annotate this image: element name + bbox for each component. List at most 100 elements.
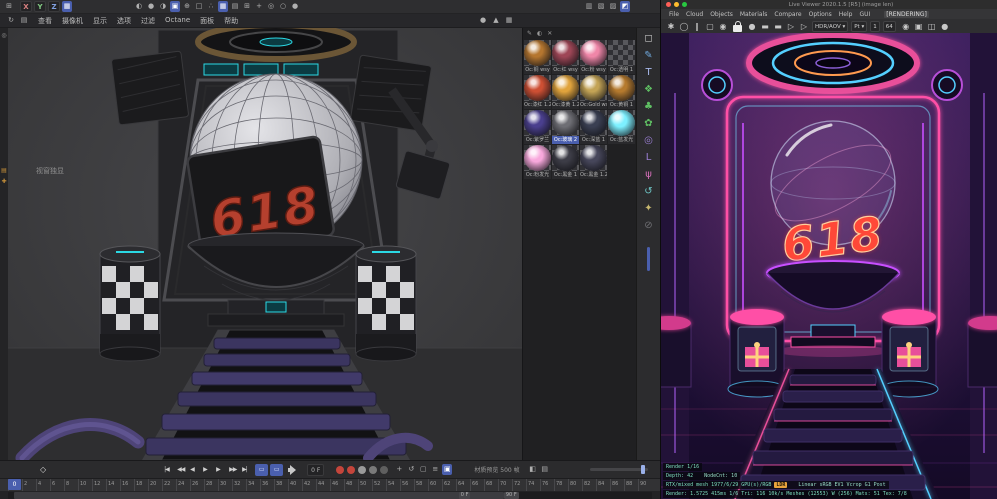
frame-ruler[interactable]: 0246810121416182022242628303234363840424… (0, 478, 660, 491)
command-tool-icon[interactable]: ✎ (644, 50, 652, 62)
material-swatch[interactable]: Oc:深蓝 1 (580, 110, 607, 144)
loop-toggle-button[interactable]: ▭ (270, 464, 283, 476)
material-swatch[interactable]: Oc:Gold wsy (580, 75, 607, 109)
viewport-toggle-icon[interactable]: ∴ (206, 1, 216, 12)
material-palette-header-icon[interactable]: ✎ (527, 30, 532, 37)
viewport-menu-right-icon[interactable]: ▲ (491, 15, 501, 26)
viewport-menu-right-icon[interactable]: ▦ (504, 15, 514, 26)
material-swatch[interactable]: Oc:漆黄 1.2 (552, 75, 579, 109)
octane-tool-icon[interactable]: ‖ (692, 22, 702, 31)
window-control-dot[interactable] (674, 2, 679, 7)
record-toggle[interactable] (347, 466, 355, 474)
playback-button[interactable]: ▶ (216, 466, 227, 473)
keying-toggle[interactable]: ▢ (418, 464, 428, 475)
octane-tool-icon[interactable]: ✱ (666, 22, 676, 31)
command-tool-icon[interactable]: ✦ (644, 203, 652, 215)
record-toggle[interactable] (336, 466, 344, 474)
material-swatch[interactable]: Oc:透明 1 (608, 40, 635, 74)
viewport-menu-right-icon[interactable]: ● (478, 15, 488, 26)
record-toggle[interactable] (380, 466, 388, 474)
octane-menu-item[interactable]: Compare (774, 11, 801, 18)
record-toggle[interactable] (358, 466, 366, 474)
playback-button[interactable]: ▶▶ (229, 466, 240, 473)
samples-field[interactable]: 64 (883, 21, 896, 32)
material-swatch[interactable]: Oc:粉 wsy (580, 40, 607, 74)
material-swatch[interactable]: Oc:红 wsy (552, 40, 579, 74)
viewport-menu-item[interactable]: 选项 (117, 16, 131, 26)
loop-toggle-button[interactable]: ▭ (255, 464, 268, 476)
command-tool-icon[interactable]: ◎ (644, 135, 653, 147)
keyframe-icon[interactable]: ◇ (40, 465, 46, 474)
octane-tool-icon[interactable]: ◯ (679, 22, 689, 31)
command-tool-icon[interactable]: ✿ (644, 118, 652, 130)
layout-button[interactable]: ▥ (584, 1, 594, 12)
material-swatch[interactable]: Oc:蓝发光 (608, 110, 635, 144)
viewport-toggle-icon[interactable]: ◐ (134, 1, 144, 12)
viewport-toggle-icon[interactable]: ◑ (158, 1, 168, 12)
octane-menu-item[interactable]: Options (809, 11, 832, 18)
command-tool-icon[interactable]: L (646, 152, 652, 164)
layout-button[interactable]: ▧ (596, 1, 606, 12)
range-end-label[interactable]: 90 F (504, 492, 519, 499)
viewport-toggle-icon[interactable]: ▦ (218, 1, 228, 12)
material-swatch[interactable]: Oc:黑金 1 (552, 145, 579, 179)
toolbar-scrollbar[interactable] (647, 247, 650, 271)
playback-button[interactable]: ◀◀ (177, 466, 188, 473)
axis-lock-button[interactable]: Y (34, 1, 46, 12)
keying-toggle[interactable]: ↺ (406, 464, 416, 475)
viewport-toggle-icon[interactable]: + (254, 1, 264, 12)
octane-view-icon[interactable]: ● (940, 22, 950, 31)
playback-button[interactable]: |◀ (164, 466, 175, 473)
octane-view-icon[interactable]: ◉ (901, 22, 911, 31)
material-swatch[interactable]: Oc:玻璃 2 (552, 110, 579, 144)
current-frame-marker[interactable]: 0 (8, 479, 21, 490)
viewport-canvas[interactable]: 视窗独显 (8, 28, 522, 460)
command-tool-icon[interactable]: ❖ (644, 84, 653, 96)
viewport-menu-item[interactable]: 查看 (38, 16, 52, 26)
octane-view-icon[interactable]: ◫ (927, 22, 937, 31)
viewport-toggle-icon[interactable]: ⊕ (182, 1, 192, 12)
current-frame-field[interactable]: 0 F (307, 464, 324, 476)
viewport-toggle-icon[interactable]: ○ (278, 1, 288, 12)
timeline-extra-icon[interactable]: ◧ (528, 464, 538, 475)
range-start-label[interactable]: 0 F (459, 492, 471, 499)
gpu-field[interactable]: 1 (870, 21, 880, 32)
octane-tool-icon[interactable]: ▢ (705, 22, 715, 31)
command-tool-icon[interactable]: ◻ (644, 33, 652, 45)
octane-menu-item[interactable]: GUI (859, 11, 870, 18)
material-swatch[interactable]: Oc:黄铜 1 (608, 75, 635, 109)
octane-menu-item[interactable]: Help (839, 11, 853, 18)
keying-toggle[interactable]: + (394, 464, 404, 475)
lock-resolution-icon[interactable] (733, 25, 742, 32)
material-swatch[interactable]: Oc:紫罗兰 (524, 110, 551, 144)
playback-button[interactable]: ▶ (203, 466, 214, 473)
add-icon[interactable]: ✚ (1, 178, 6, 185)
material-palette-header-icon[interactable]: ✕ (547, 30, 552, 37)
octane-view-icon[interactable]: ▣ (914, 22, 924, 31)
viewport-toggle-icon[interactable]: ● (290, 1, 300, 12)
record-toggle[interactable] (369, 466, 377, 474)
layout-button[interactable]: ▨ (608, 1, 618, 12)
lut-dropdown[interactable]: Pt ▾ (851, 21, 867, 32)
layer-icon[interactable]: ▤ (1, 167, 7, 174)
octane-tool-icon[interactable]: ● (747, 22, 757, 31)
material-swatch[interactable]: Oc:粉发光 (524, 145, 551, 179)
viewport-toggle-icon[interactable]: □ (194, 1, 204, 12)
command-tool-icon[interactable]: T (645, 67, 651, 79)
kernel-dropdown[interactable]: HDR/AOV ▾ (812, 21, 848, 32)
octane-tool-icon[interactable]: ◉ (718, 22, 728, 31)
octane-tool-icon[interactable]: ▷ (786, 22, 796, 31)
command-tool-icon[interactable]: ψ (645, 169, 652, 181)
window-control-dot[interactable] (682, 2, 687, 7)
octane-menu-item[interactable]: Materials (740, 11, 768, 18)
sound-toggle-icon[interactable] (288, 465, 299, 475)
slider-handle[interactable] (641, 465, 645, 474)
playback-button[interactable]: ▶| (242, 466, 253, 473)
viewport-menu-item[interactable]: 帮助 (224, 16, 238, 26)
viewport-toggle-icon[interactable]: ⊞ (242, 1, 252, 12)
preview-range-track[interactable]: 0 F 90 F (8, 492, 652, 499)
octane-menu-item[interactable]: Objects (710, 11, 733, 18)
preview-range-bar[interactable] (14, 492, 503, 499)
coord-system-button[interactable]: ▦ (62, 1, 72, 12)
layout-button[interactable]: ◩ (620, 1, 630, 12)
